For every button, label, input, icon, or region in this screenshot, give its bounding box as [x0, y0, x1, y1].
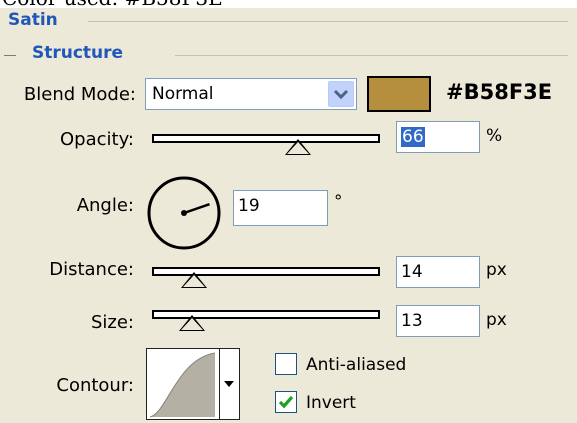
angle-label: Angle:	[76, 195, 134, 216]
angle-value: 19	[238, 196, 260, 216]
group-divider	[175, 55, 568, 56]
contour-curve-icon	[149, 352, 216, 418]
group-title: Structure	[32, 43, 134, 63]
size-value: 13	[401, 311, 423, 331]
size-unit: px	[486, 310, 507, 330]
caption-strip: Color used: #B58F3E	[0, 0, 577, 8]
distance-value: 14	[401, 262, 423, 282]
size-label: Size:	[90, 312, 134, 333]
invert-checkbox[interactable]	[275, 391, 297, 413]
checkmark-icon	[278, 395, 294, 409]
section-divider	[88, 21, 568, 22]
opacity-label: Opacity:	[60, 129, 134, 150]
opacity-unit: %	[486, 126, 503, 146]
angle-field[interactable]: 19	[233, 190, 328, 226]
contour-dropdown-button[interactable]	[219, 349, 239, 419]
contour-picker[interactable]	[146, 348, 240, 420]
distance-field[interactable]: 14	[396, 256, 480, 288]
contour-label: Contour:	[56, 375, 134, 396]
angle-unit: °	[334, 192, 343, 212]
anti-aliased-checkbox[interactable]	[275, 353, 297, 375]
opacity-slider[interactable]	[152, 134, 380, 143]
section-title: Satin	[8, 10, 68, 30]
color-swatch[interactable]	[367, 76, 431, 112]
opacity-field[interactable]: 66	[396, 121, 480, 153]
anti-aliased-label: Anti-aliased	[306, 355, 407, 375]
size-field[interactable]: 13	[396, 305, 480, 337]
invert-label: Invert	[306, 393, 356, 413]
distance-label: Distance:	[49, 259, 134, 280]
opacity-value: 66	[401, 127, 425, 147]
angle-dial[interactable]	[145, 174, 223, 252]
blend-mode-label: Blend Mode:	[23, 84, 136, 105]
dropdown-arrow-icon	[224, 381, 234, 387]
distance-unit: px	[486, 260, 507, 280]
color-hex-label: #B58F3E	[446, 80, 553, 104]
group-dash	[4, 55, 16, 56]
blend-mode-value: Normal	[152, 84, 214, 104]
chevron-down-icon[interactable]	[328, 81, 354, 107]
blend-mode-select[interactable]: Normal	[145, 78, 357, 110]
caption-text: Color used: #B58F3E	[2, 0, 223, 8]
